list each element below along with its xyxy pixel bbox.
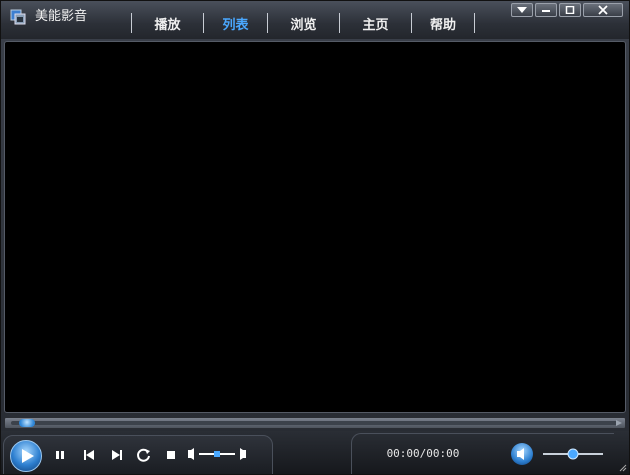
- resize-grip-icon[interactable]: [619, 464, 627, 472]
- tab-list[interactable]: 列表: [203, 13, 267, 33]
- menu-dropdown-icon: [517, 7, 527, 13]
- maximize-icon: [565, 6, 575, 14]
- close-button[interactable]: [583, 3, 623, 17]
- mute-button[interactable]: [511, 443, 533, 465]
- stop-icon: [167, 451, 175, 459]
- balance-thumb[interactable]: [214, 451, 220, 457]
- tab-home[interactable]: 主页: [339, 13, 411, 33]
- tab-help[interactable]: 帮助: [411, 13, 475, 33]
- speaker-right-icon: [240, 448, 246, 460]
- repeat-button[interactable]: [135, 446, 153, 464]
- play-button[interactable]: [10, 440, 42, 472]
- pause-button[interactable]: [51, 446, 69, 464]
- pause-icon: [56, 451, 64, 459]
- window-controls: [511, 3, 623, 17]
- speaker-icon: [517, 448, 524, 460]
- repeat-icon: [137, 448, 150, 462]
- seek-track: [11, 421, 619, 425]
- maximize-button[interactable]: [559, 3, 581, 17]
- stop-button[interactable]: [162, 446, 180, 464]
- seek-bar[interactable]: [4, 417, 626, 429]
- title-bar[interactable]: 美能影音 播放 列表 浏览 主页 帮助: [1, 1, 629, 39]
- tab-play[interactable]: 播放: [131, 13, 203, 33]
- player-icon: [10, 9, 26, 25]
- next-button[interactable]: [108, 446, 126, 464]
- menu-dropdown-button[interactable]: [511, 3, 533, 17]
- volume-slider[interactable]: [541, 448, 607, 460]
- video-area[interactable]: [4, 41, 626, 413]
- next-icon: [112, 450, 122, 460]
- previous-icon: [84, 450, 94, 460]
- close-icon: [598, 5, 608, 15]
- player-window: 美能影音 播放 列表 浏览 主页 帮助 00:00/00:00: [0, 0, 630, 475]
- previous-button[interactable]: [80, 446, 98, 464]
- seek-thumb[interactable]: [19, 419, 35, 427]
- speaker-left-icon: [188, 448, 194, 460]
- minimize-button[interactable]: [535, 3, 557, 17]
- balance-slider[interactable]: [187, 447, 247, 461]
- tab-browse[interactable]: 浏览: [267, 13, 339, 33]
- volume-thumb[interactable]: [567, 448, 579, 460]
- seek-end-arrow-icon: [616, 420, 622, 426]
- time-display: 00:00/00:00: [386, 447, 460, 460]
- main-tabs: 播放 列表 浏览 主页 帮助: [131, 13, 475, 33]
- minimize-icon: [542, 10, 550, 12]
- app-title: 美能影音: [35, 9, 88, 24]
- play-icon: [22, 449, 34, 463]
